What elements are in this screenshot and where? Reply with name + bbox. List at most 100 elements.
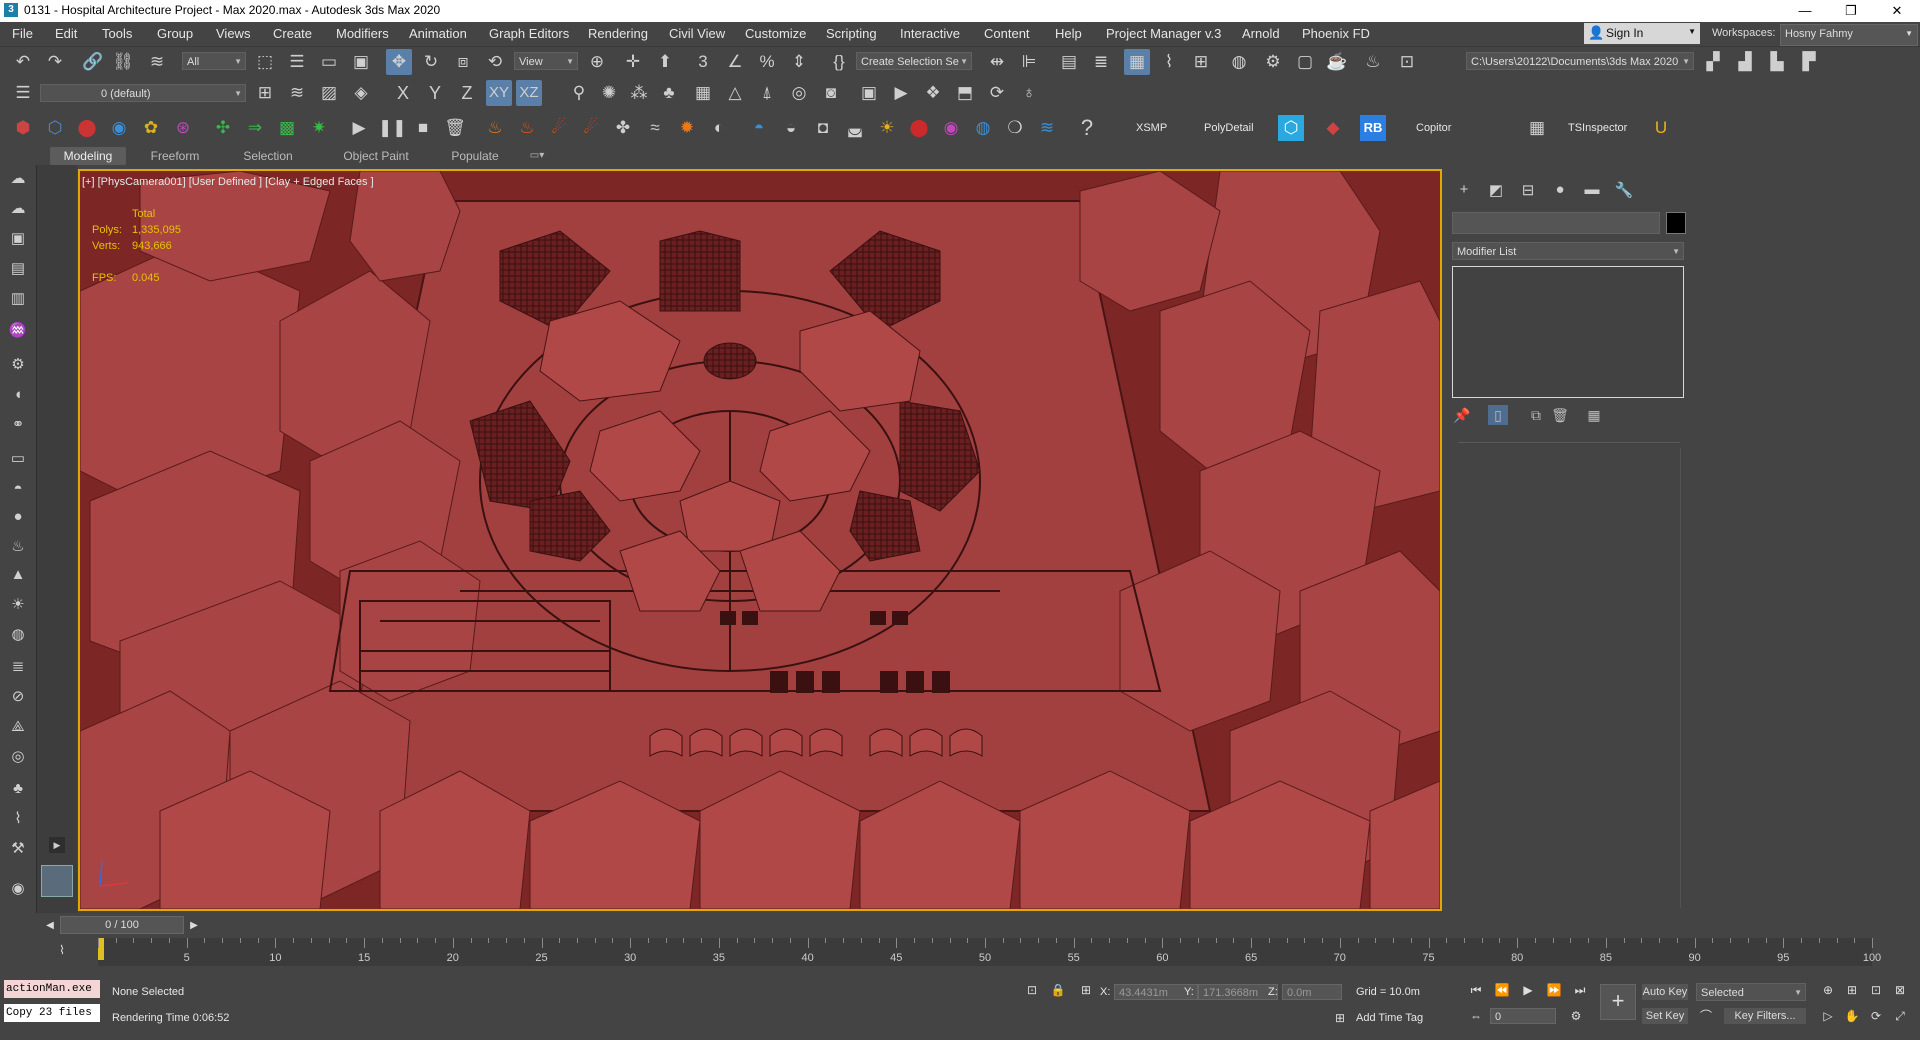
- menu-modifiers[interactable]: Modifiers: [336, 26, 389, 41]
- axis-z-button[interactable]: Z: [454, 80, 480, 106]
- ribbon-options-icon[interactable]: ▭▾: [522, 147, 552, 165]
- time-tag-icon[interactable]: ⊞: [1330, 1008, 1350, 1028]
- spinner-snap-icon[interactable]: ⇕: [786, 49, 812, 75]
- zoom-extents-all-icon[interactable]: ⊠: [1890, 980, 1910, 1000]
- layer-explorer-icon[interactable]: ≣: [1088, 49, 1114, 75]
- menu-phoenix-fd[interactable]: Phoenix FD: [1302, 26, 1370, 41]
- add-to-layer-icon[interactable]: ▨: [316, 80, 342, 106]
- splash-icon[interactable]: ◍: [970, 115, 996, 141]
- menu-civil-view[interactable]: Civil View: [669, 26, 725, 41]
- add-time-tag[interactable]: Add Time Tag: [1356, 1012, 1423, 1024]
- isolate-selection-icon[interactable]: ⊡: [1022, 980, 1042, 1000]
- teapot-icon[interactable]: ♨: [5, 535, 31, 559]
- layers-toolbar-icon[interactable]: ☰: [10, 80, 36, 106]
- transform-plugin-icon[interactable]: ✣: [210, 115, 236, 141]
- phoenix-wind-icon[interactable]: ≈: [642, 115, 668, 141]
- tab-modeling[interactable]: Modeling: [50, 147, 126, 165]
- connect-icon[interactable]: ❖: [920, 80, 946, 106]
- modifier-stack[interactable]: [1452, 266, 1684, 398]
- menu-create[interactable]: Create: [273, 26, 312, 41]
- percent-snap-icon[interactable]: %: [754, 49, 780, 75]
- sign-in-dropdown[interactable]: 👤 Sign In ▼: [1584, 23, 1700, 44]
- shapes-icon[interactable]: △: [722, 80, 748, 106]
- track-bar[interactable]: 5 10 15 20 25 30 35 40 45 50 55 60 65 70 75 80 85 90 95 100: [98, 938, 1881, 966]
- project-path-dropdown[interactable]: C:\Users\20122\Documents\3ds Max 2020 ▼: [1466, 52, 1694, 70]
- select-place-icon[interactable]: ⟲: [482, 49, 508, 75]
- show-end-result-icon[interactable]: ▯: [1488, 405, 1508, 425]
- pause-sim-icon[interactable]: ❚❚: [378, 115, 407, 141]
- absolute-mode-icon[interactable]: ⊞: [1076, 980, 1096, 1000]
- menu-interactive[interactable]: Interactive: [900, 26, 960, 41]
- rb-plugin-button[interactable]: RB: [1360, 115, 1386, 141]
- zoom-extents-icon[interactable]: ⊡: [1866, 980, 1886, 1000]
- menu-edit[interactable]: Edit: [55, 26, 77, 41]
- bind-space-warp-icon[interactable]: ≋: [144, 49, 170, 75]
- pivot-center-icon[interactable]: ⊕: [584, 49, 610, 75]
- truss-icon[interactable]: ⟁: [5, 715, 31, 739]
- time-config-icon[interactable]: ⚙: [1566, 1006, 1586, 1026]
- time-prev-icon[interactable]: ◀: [40, 916, 60, 936]
- viewport-icon[interactable]: ⬒: [952, 80, 978, 106]
- select-rotate-icon[interactable]: ↻: [418, 49, 444, 75]
- auto-key-button[interactable]: Auto Key: [1642, 984, 1688, 1000]
- menu-scripting[interactable]: Scripting: [826, 26, 877, 41]
- project-folder-icon[interactable]: ▞: [1700, 49, 1726, 75]
- orbit-icon[interactable]: ⟳: [984, 80, 1010, 106]
- close-button[interactable]: ✕: [1874, 0, 1920, 22]
- stop-sim-icon[interactable]: ■: [410, 115, 436, 141]
- bowl-icon[interactable]: ◛: [842, 115, 868, 141]
- cube-plugin-icon[interactable]: ⬡: [1278, 115, 1304, 141]
- record-icon[interactable]: ⬤: [906, 115, 932, 141]
- viewport-layout-icon[interactable]: [41, 865, 73, 897]
- maxscript-listener-output[interactable]: Copy 23 files: [4, 1004, 100, 1022]
- hair-icon[interactable]: ⌇: [5, 807, 31, 831]
- y-coord-field[interactable]: 171.3668m: [1198, 984, 1278, 1000]
- curve-editor-icon[interactable]: ⌇: [1156, 49, 1182, 75]
- sun-icon[interactable]: ✺: [596, 80, 622, 106]
- scatter-icon[interactable]: ⊛: [170, 115, 196, 141]
- u-plugin-icon[interactable]: U: [1648, 115, 1674, 141]
- orbit-plugin-icon[interactable]: ✿: [138, 115, 164, 141]
- project-save-icon[interactable]: ▙: [1764, 49, 1790, 75]
- stairs-icon[interactable]: ≣: [5, 655, 31, 679]
- mirror-icon[interactable]: ⇹: [984, 49, 1010, 75]
- trash-icon[interactable]: 🗑: [442, 115, 468, 141]
- zoom-icon[interactable]: ⊕: [1818, 980, 1838, 1000]
- table-icon[interactable]: ▦: [690, 80, 716, 106]
- align-icon[interactable]: ⊫: [1016, 49, 1042, 75]
- select-by-name-icon[interactable]: ☰: [284, 49, 310, 75]
- plane-icon[interactable]: ▭: [5, 447, 31, 471]
- tab-freeform[interactable]: Freeform: [140, 147, 210, 165]
- pin-stack-icon[interactable]: 📌: [1452, 405, 1472, 425]
- phoenix-fire-icon[interactable]: ♨: [482, 115, 508, 141]
- rect-selection-icon[interactable]: ▭: [316, 49, 342, 75]
- tree-icon[interactable]: ⍋: [754, 80, 780, 106]
- maximize-button[interactable]: ❐: [1828, 0, 1874, 22]
- edit-named-selection-icon[interactable]: {}: [826, 49, 852, 75]
- fov-icon[interactable]: ▷: [1818, 1006, 1838, 1026]
- hierarchy-tab-icon[interactable]: ⊟: [1514, 181, 1542, 201]
- particles-icon[interactable]: ⁂: [626, 80, 652, 106]
- render-region-icon[interactable]: ⊡: [1394, 49, 1420, 75]
- disc-icon[interactable]: ◍: [5, 623, 31, 647]
- modifier-list-dropdown[interactable]: Modifier List ▼: [1452, 242, 1684, 260]
- select-object-icon[interactable]: ⬚: [252, 49, 278, 75]
- go-to-start-icon[interactable]: ⏮: [1466, 980, 1486, 1000]
- minimize-button[interactable]: —: [1782, 0, 1828, 22]
- z-coord-field[interactable]: 0.0m: [1282, 984, 1342, 1000]
- wave-icon[interactable]: ≋: [1034, 115, 1060, 141]
- scene-explorer-icon[interactable]: ▤: [1056, 49, 1082, 75]
- play-sim-icon[interactable]: ▶: [346, 115, 372, 141]
- cloud-icon[interactable]: ☁: [5, 197, 31, 221]
- phoenix-flame-icon[interactable]: ✹: [674, 115, 700, 141]
- keyboard-shortcut-icon[interactable]: ⬆: [652, 49, 678, 75]
- fire-icon[interactable]: ⬤: [74, 115, 100, 141]
- menu-project-manager[interactable]: Project Manager v.3: [1106, 26, 1221, 41]
- camera-icon[interactable]: ◙: [818, 80, 844, 106]
- foam-icon[interactable]: ❍: [1002, 115, 1028, 141]
- key-mode-dropdown[interactable]: Selected ▼: [1696, 983, 1806, 1001]
- default-in-out-icon[interactable]: ⌒: [1696, 1006, 1716, 1026]
- set-key-button[interactable]: Set Key: [1642, 1008, 1688, 1024]
- key-mode-icon[interactable]: ⇔: [1466, 1006, 1486, 1026]
- go-to-end-icon[interactable]: ⏭: [1570, 980, 1590, 1000]
